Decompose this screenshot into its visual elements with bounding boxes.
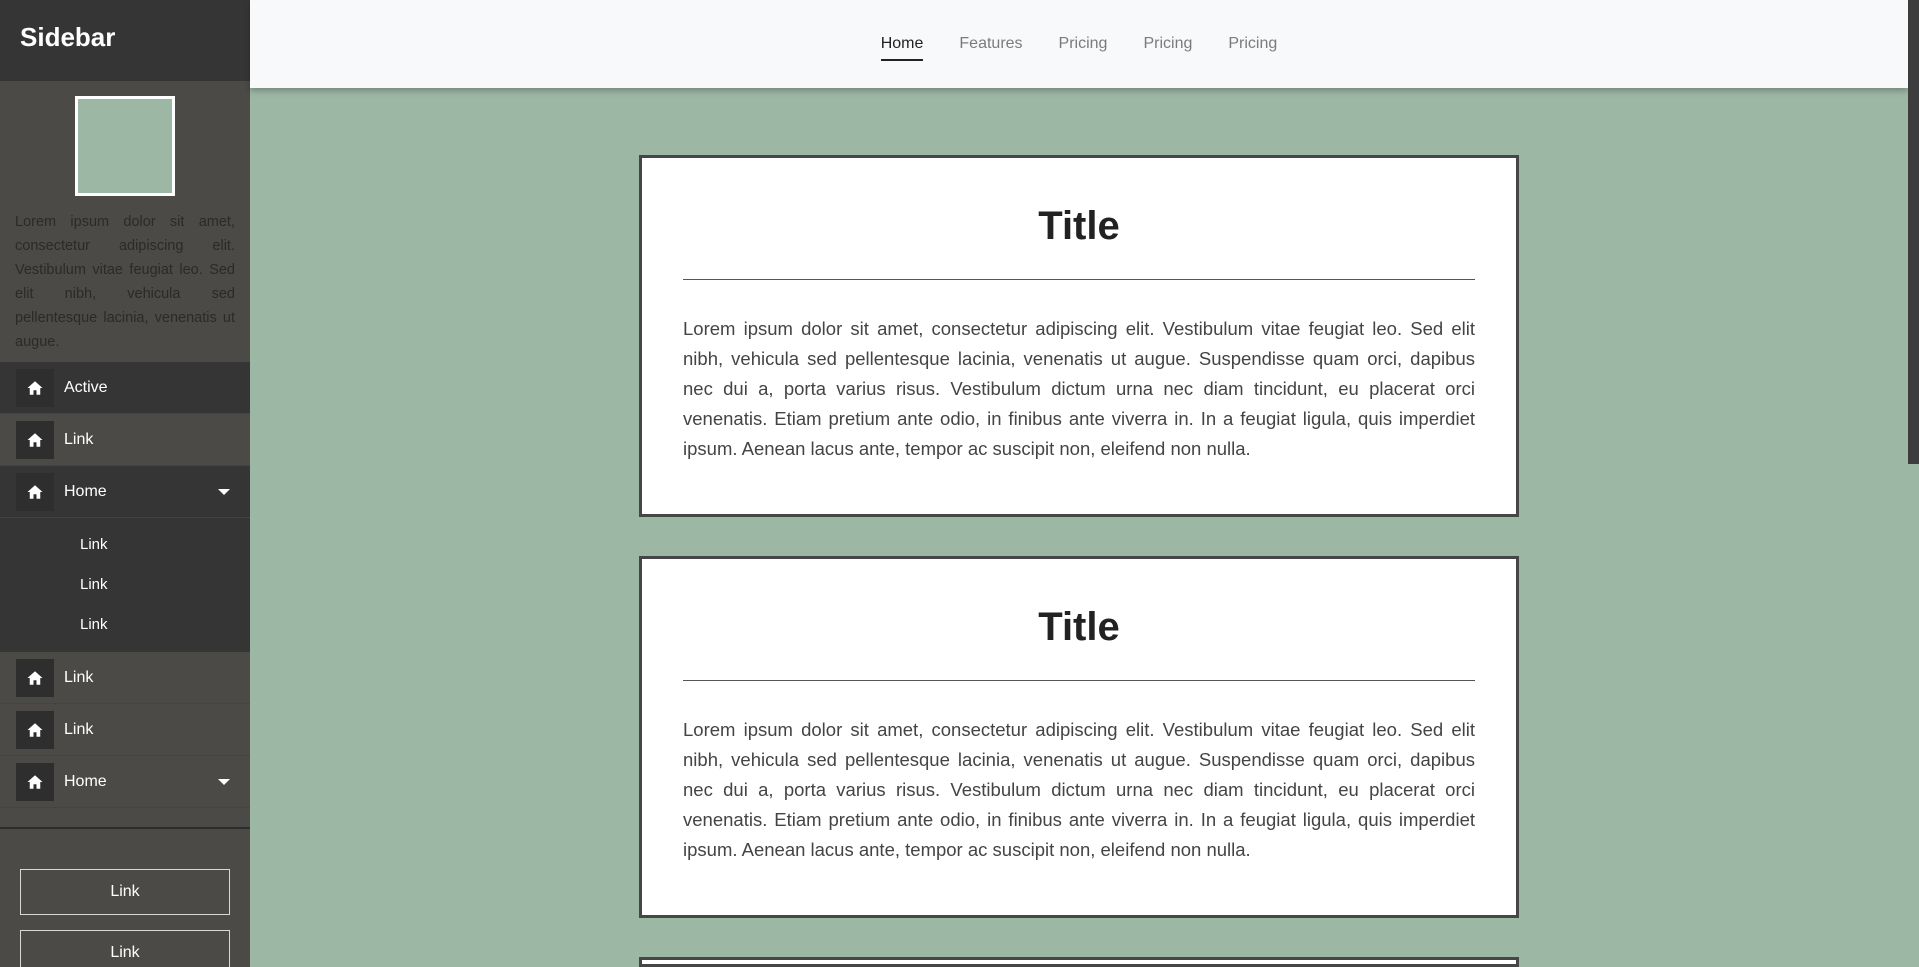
card-title: Title <box>1038 204 1120 248</box>
sidebar-item-label: Active <box>64 378 108 396</box>
home-icon <box>16 658 54 697</box>
nav-link-pricing[interactable]: Pricing <box>1125 30 1210 58</box>
sidebar-item-home-dropdown[interactable]: Home <box>0 466 250 518</box>
card-title: Title <box>1038 605 1120 649</box>
sidebar-item-label: Home <box>64 482 107 500</box>
sidebar-link-button[interactable]: Link <box>20 930 230 967</box>
submenu-item[interactable]: Link <box>0 524 250 564</box>
top-navbar: Home Features Pricing Pricing Pricing <box>250 0 1908 88</box>
home-icon <box>16 420 54 459</box>
card-divider <box>683 680 1475 681</box>
submenu-item[interactable]: Link <box>0 564 250 604</box>
nav-link-home[interactable]: Home <box>863 30 942 61</box>
home-icon <box>16 368 54 407</box>
home-icon <box>16 762 54 801</box>
sidebar-item-label: Home <box>64 772 107 790</box>
home-icon <box>16 710 54 749</box>
sidebar-item-label: Link <box>64 720 94 738</box>
sidebar-divider <box>0 827 250 829</box>
submenu-item[interactable]: Link <box>0 604 250 644</box>
nav-link-features[interactable]: Features <box>941 30 1040 58</box>
sidebar-nav: Active Link Home Link Link Link Link Lin… <box>0 362 250 808</box>
content-card <box>639 957 1519 967</box>
sidebar-header: Sidebar <box>0 0 250 81</box>
avatar <box>75 96 175 196</box>
content-card: Title Lorem ipsum dolor sit amet, consec… <box>639 556 1519 918</box>
sidebar-brand[interactable]: Sidebar <box>20 22 115 52</box>
sidebar-item-active[interactable]: Active <box>0 362 250 414</box>
home-icon <box>16 472 54 511</box>
sidebar: Sidebar Lorem ipsum dolor sit amet, cons… <box>0 0 250 967</box>
sidebar-submenu: Link Link Link <box>0 518 250 652</box>
caret-down-icon <box>218 779 230 785</box>
card-divider <box>683 279 1475 280</box>
sidebar-item-home-dropdown[interactable]: Home <box>0 756 250 808</box>
content-card: Title Lorem ipsum dolor sit amet, consec… <box>639 155 1519 517</box>
nav-link-pricing[interactable]: Pricing <box>1210 30 1295 58</box>
sidebar-profile: Lorem ipsum dolor sit amet, consectetur … <box>0 81 250 354</box>
card-text: Lorem ipsum dolor sit amet, consectetur … <box>683 719 1475 860</box>
sidebar-item-link[interactable]: Link <box>0 652 250 704</box>
sidebar-item-label: Link <box>64 668 94 686</box>
scrollbar-thumb[interactable] <box>1908 0 1919 464</box>
sidebar-about-text: Lorem ipsum dolor sit amet, consectetur … <box>15 214 235 350</box>
caret-down-icon <box>218 489 230 495</box>
nav-link-pricing[interactable]: Pricing <box>1041 30 1126 58</box>
card-text: Lorem ipsum dolor sit amet, consectetur … <box>683 318 1475 459</box>
sidebar-item-label: Link <box>64 430 94 448</box>
sidebar-item-link[interactable]: Link <box>0 704 250 756</box>
sidebar-link-button[interactable]: Link <box>20 869 230 915</box>
scrollbar[interactable] <box>1908 0 1919 967</box>
top-nav-links: Home Features Pricing Pricing Pricing <box>863 30 1296 61</box>
sidebar-item-link[interactable]: Link <box>0 414 250 466</box>
